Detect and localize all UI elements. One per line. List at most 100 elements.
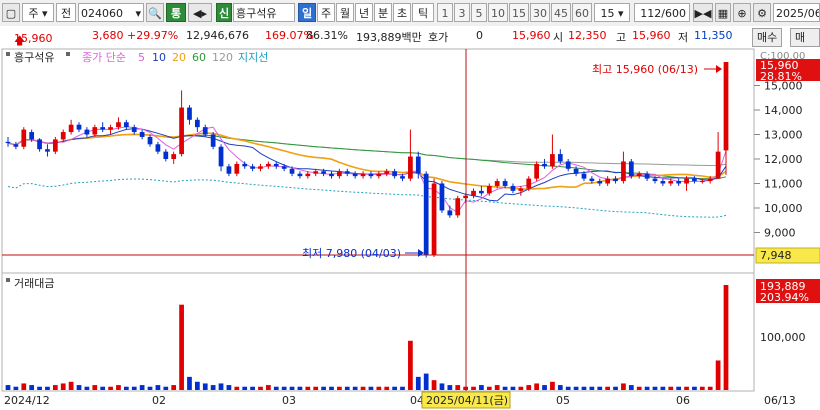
- count-input[interactable]: 112/600: [634, 3, 690, 22]
- candle-body: [242, 163, 248, 167]
- candle-body: [289, 168, 295, 174]
- volume-bar: [368, 386, 374, 390]
- volume-bar: [352, 386, 358, 390]
- period-day[interactable]: 일: [298, 3, 316, 22]
- legend-ma-label: 종가 단순: [82, 51, 126, 64]
- candle-body: [534, 163, 540, 179]
- candle-body: [60, 132, 66, 140]
- quote-bar: 15,960 🡅 3,680 +29.97% 12,946,676 169.07%…: [0, 26, 820, 61]
- volume-bar: [337, 386, 342, 390]
- candle-body: [187, 107, 192, 120]
- price-change-pct: +29.97%: [127, 29, 179, 42]
- volume-bar: [13, 386, 19, 390]
- interval-15[interactable]: 15: [509, 3, 529, 22]
- volume-bar: [147, 386, 153, 390]
- volume-bar: [510, 386, 516, 390]
- period-month[interactable]: 월: [336, 3, 354, 22]
- period-second[interactable]: 초: [393, 3, 411, 22]
- volume-bar: [431, 380, 437, 390]
- high-price: 15,960: [632, 29, 671, 42]
- interval-3[interactable]: 3: [454, 3, 470, 22]
- candle-body: [384, 171, 390, 174]
- candle-body: [613, 178, 618, 182]
- stock-type-select[interactable]: 전: [56, 3, 76, 22]
- volume-bar: [108, 386, 113, 390]
- chart-icon[interactable]: ▦: [715, 3, 731, 22]
- candle-body: [447, 210, 453, 216]
- candle-body: [589, 178, 595, 182]
- interval-1[interactable]: 1: [437, 3, 453, 22]
- link-button[interactable]: 통: [166, 3, 186, 22]
- interval-10[interactable]: 10: [488, 3, 508, 22]
- volume-bar: [131, 386, 137, 390]
- volume-bar: [76, 385, 82, 390]
- volume-bar: [565, 386, 571, 390]
- volume-bar: [628, 385, 634, 390]
- volume-bar: [226, 385, 232, 390]
- candle-body: [123, 122, 129, 128]
- volume-bar: [455, 385, 461, 390]
- period-minute[interactable]: 분: [374, 3, 392, 22]
- candle-body: [621, 161, 626, 182]
- interval-input[interactable]: 15 ▾: [594, 3, 630, 22]
- date-label: 05: [556, 394, 570, 407]
- candle-body: [305, 173, 311, 177]
- speaker-icon[interactable]: ◀▸: [188, 3, 212, 22]
- hoga-value: 0: [476, 29, 483, 42]
- candle-body: [250, 166, 255, 169]
- volume-bar: [250, 386, 255, 390]
- candle-body: [266, 163, 271, 167]
- price-chart[interactable]: 흥구석유 종가 단순 5 10 20 60 120 지지선 C:100.00 1…: [0, 47, 820, 410]
- low-price-box-value: 7,948: [760, 249, 792, 262]
- volume-bar: [187, 376, 192, 390]
- candle-body: [668, 181, 674, 184]
- open-label: 시: [553, 31, 564, 44]
- volume-bar: [344, 386, 350, 390]
- buy-button[interactable]: 매수: [752, 28, 783, 47]
- window-menu-icon[interactable]: ▢: [2, 3, 20, 22]
- volume-bar: [329, 386, 334, 390]
- period-week[interactable]: 주: [317, 3, 335, 22]
- interval-60[interactable]: 60: [572, 3, 592, 22]
- zoom-icon[interactable]: ⊕: [733, 3, 751, 22]
- interval-5[interactable]: 5: [471, 3, 487, 22]
- volume-bar: [171, 385, 177, 390]
- period-year[interactable]: 년: [355, 3, 373, 22]
- candle-body: [68, 124, 74, 133]
- candle-body: [486, 185, 492, 194]
- mode-select[interactable]: 주 ▾: [22, 3, 54, 22]
- volume-bar: [621, 383, 626, 390]
- search-icon[interactable]: 🔍: [146, 3, 164, 22]
- interval-45[interactable]: 45: [551, 3, 571, 22]
- volume-bar: [723, 285, 729, 390]
- chart-toolbar: ▢ 주 ▾ 전 024060 ▾ 🔍 통 ◀▸ 신 흥구석유 일 주 월 년 분 …: [0, 0, 820, 27]
- volume-bar: [37, 386, 42, 390]
- candle-body: [518, 188, 524, 191]
- volume-bar: [242, 386, 248, 390]
- expand-icon[interactable]: ▶◀: [693, 3, 713, 22]
- candle-body: [707, 178, 713, 182]
- candle-body: [550, 154, 555, 167]
- period-tick[interactable]: 틱: [412, 3, 434, 22]
- sell-button[interactable]: 매도: [790, 28, 820, 61]
- candle-body: [92, 127, 98, 135]
- gear-icon[interactable]: ⚙: [753, 3, 771, 22]
- interval-input-value: 15: [600, 7, 615, 20]
- volume-bar: [52, 385, 58, 390]
- candle-body: [45, 149, 50, 152]
- volume-bar: [194, 381, 200, 390]
- volume-bar: [471, 386, 476, 390]
- candle-body: [652, 178, 658, 182]
- code-input[interactable]: 024060 ▾: [78, 3, 144, 22]
- stock-name-field[interactable]: 흥구석유: [233, 3, 295, 22]
- candle-body: [565, 161, 571, 169]
- volume-bar: [597, 386, 603, 390]
- candle-body: [234, 163, 240, 174]
- volume-pane-title: 거래대금: [14, 277, 54, 290]
- candle-body: [423, 173, 429, 255]
- volume-bar: [139, 385, 145, 390]
- interval-30[interactable]: 30: [530, 3, 550, 22]
- volume-bar: [273, 386, 279, 390]
- legend-ma120: 120: [212, 51, 233, 64]
- date-input[interactable]: 2025/06: [773, 3, 820, 22]
